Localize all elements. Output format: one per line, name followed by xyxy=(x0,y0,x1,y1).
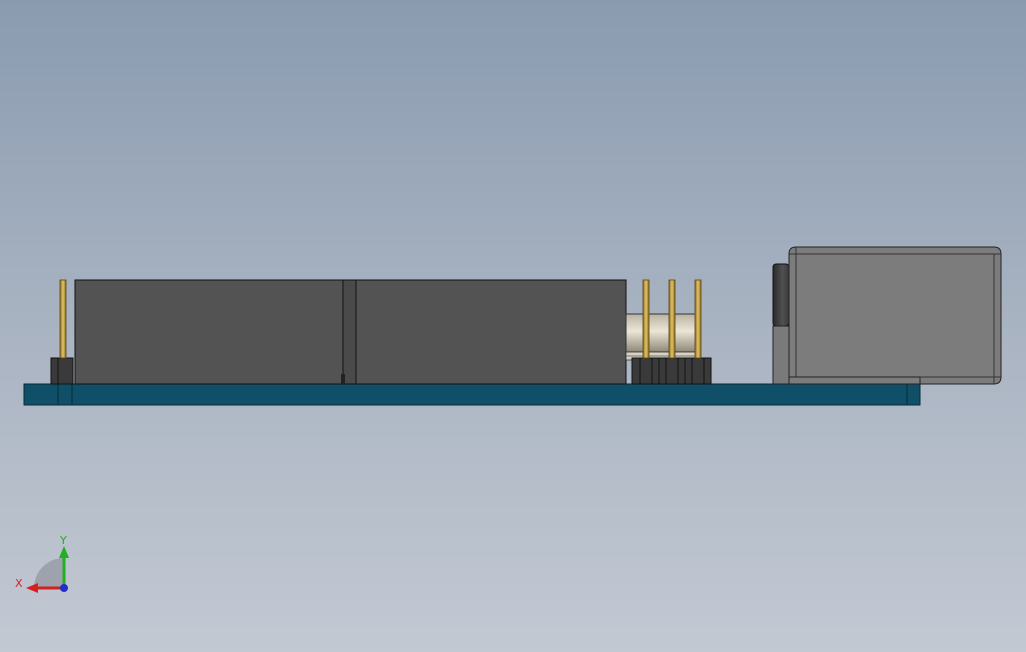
model-view-svg[interactable]: Y X xyxy=(0,0,1026,652)
header-pin-3 xyxy=(694,279,702,359)
x-axis-arrowhead xyxy=(26,583,38,593)
header-pin-1 xyxy=(642,279,650,359)
y-axis-label: Y xyxy=(59,534,67,547)
z-axis-dot xyxy=(60,584,68,592)
main-module-block[interactable] xyxy=(74,279,627,385)
x-axis-label: X xyxy=(15,577,23,590)
right-pin-header[interactable] xyxy=(631,279,712,385)
right-connector[interactable] xyxy=(772,246,1002,385)
y-axis-arrowhead xyxy=(59,546,69,558)
graphics-viewport[interactable]: Y X xyxy=(0,0,1026,652)
left-pin-header[interactable] xyxy=(50,279,74,385)
triad-plane-icon xyxy=(34,558,64,588)
header-pin-2 xyxy=(668,279,676,359)
coordinate-triad: Y X xyxy=(15,534,69,593)
cylinder-component[interactable] xyxy=(625,313,699,361)
pcb-board[interactable] xyxy=(23,383,921,406)
